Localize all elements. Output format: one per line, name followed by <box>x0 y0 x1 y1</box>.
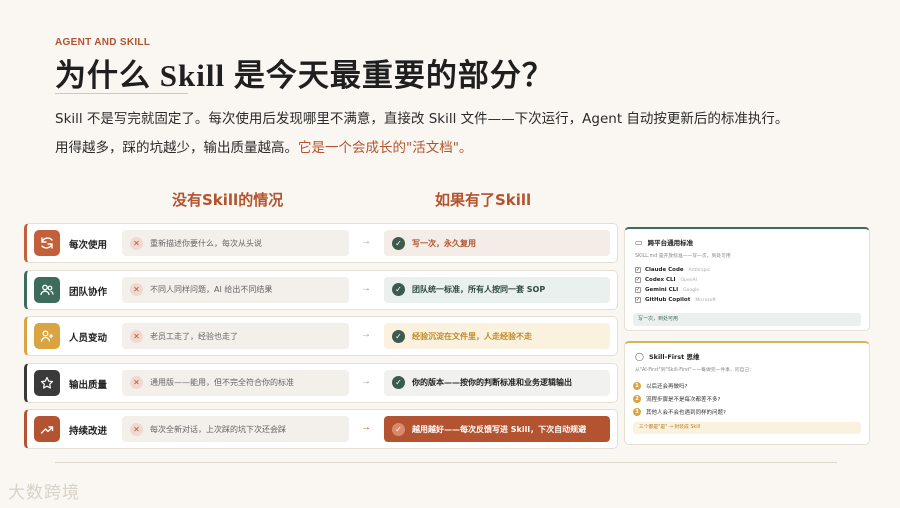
without-skill-cell: ✕ 不同人同样问题，AI 给出不同结果 <box>122 276 349 303</box>
comparison-row: 持续改进 ✕ 每次全新对话，上次踩的坑下次还会踩 → ✓ 越用越好——每次反馈写… <box>24 409 618 449</box>
tool-vendor: Microsoft <box>695 297 716 303</box>
check-icon: ✓ <box>392 422 405 436</box>
trend-up-icon <box>34 416 60 442</box>
slide-title: 为什么 Skill 是今天最重要的部分？ <box>55 58 554 93</box>
question-text: 流程步骤是不是每次都差不多? <box>646 396 721 403</box>
check-icon: ✓ <box>392 329 405 343</box>
checkbox-icon: ✓ <box>635 287 641 293</box>
without-skill-text: 通用版——能用，但不完全符合你的标准 <box>150 378 294 387</box>
card-subtitle: SKILL.md 是开放标准——写一次，到处可用 <box>635 254 731 259</box>
with-skill-cell: ✓ 经验沉淀在文件里，人走经验不走 <box>384 323 610 349</box>
without-skill-text: 不同人同样问题，AI 给出不同结果 <box>150 285 273 294</box>
footer-divider <box>55 462 837 463</box>
eyebrow-label: AGENT AND SKILL <box>55 37 151 48</box>
checkbox-icon: ✓ <box>635 277 641 283</box>
tool-vendor: Anthropic <box>688 267 711 273</box>
checkbox-icon: ✓ <box>635 297 641 303</box>
comparison-row: 输出质量 ✕ 通用版——能用，但不完全符合你的标准 → ✓ 你的版本——按你的判… <box>24 362 618 403</box>
x-icon: ✕ <box>130 236 143 250</box>
refresh-icon <box>34 230 60 256</box>
x-icon: ✕ <box>130 422 143 436</box>
tool-list: ✓ Claude Code Anthropic ✓ Codex CLI OpenA… <box>635 265 716 305</box>
arrow-right-icon: → <box>361 329 371 340</box>
without-skill-cell: ✕ 重新描述你要什么，每次从头说 <box>122 230 349 256</box>
with-skill-cell: ✓ 越用越好——每次反馈写进 Skill，下次自动规避 <box>384 416 610 442</box>
card-footer: 三个都是"是" → 封装成 Skill <box>633 422 861 434</box>
cross-platform-card: ▭ 跨平台通用标准 SKILL.md 是开放标准——写一次，到处可用 ✓ Cla… <box>624 227 870 331</box>
with-skill-heading: 如果有了Skill <box>435 191 532 209</box>
without-skill-text: 重新描述你要什么，每次从头说 <box>150 238 262 248</box>
check-icon: ✓ <box>392 236 405 250</box>
without-skill-cell: ✕ 每次全新对话，上次踩的坑下次还会踩 <box>122 416 349 442</box>
with-skill-cell: ✓ 你的版本——按你的判断标准和业务逻辑输出 <box>384 369 610 396</box>
tool-item: ✓ Codex CLI OpenAI <box>635 275 716 285</box>
with-skill-text: 越用越好——每次反馈写进 Skill，下次自动规避 <box>412 424 587 434</box>
question-number: 2 <box>633 394 641 403</box>
question-item: 1 以后还会再做吗? <box>633 379 726 392</box>
without-skill-heading: 没有Skill的情况 <box>172 191 284 209</box>
intro-text: 用得越多，踩的坑越少，输出质量越高。 <box>55 140 298 156</box>
with-skill-text: 你的版本——按你的判断标准和业务逻辑输出 <box>412 378 572 387</box>
question-number: 3 <box>633 407 641 416</box>
without-skill-text: 老员工走了，经验也走了 <box>150 331 238 341</box>
question-item: 2 流程步骤是不是每次都差不多? <box>633 392 726 405</box>
intro-paragraph: Skill 不是写完就固定了。每次使用后发现哪里不满意，直接改 Skill 文件… <box>55 111 789 127</box>
row-label: 持续改进 <box>69 426 108 437</box>
without-skill-text: 每次全新对话，上次踩的坑下次还会踩 <box>150 424 286 434</box>
question-text: 以后还会再做吗? <box>646 383 688 390</box>
divider <box>55 93 188 94</box>
row-label: 团队协作 <box>69 286 108 298</box>
star-icon <box>34 369 60 396</box>
with-skill-cell: ✓ 团队统一标准，所有人按同一套 SOP <box>384 276 610 303</box>
tool-name: Codex CLI <box>645 277 676 283</box>
question-text: 其他人会不会也遇到同样的问题? <box>646 409 726 416</box>
tool-name: Gemini CLI <box>645 287 679 293</box>
comparison-row: 人员变动 ✕ 老员工走了，经验也走了 → ✓ 经验沉淀在文件里，人走经验不走 <box>24 316 618 356</box>
tool-item: ✓ Gemini CLI Google <box>635 285 716 295</box>
with-skill-text: 经验沉淀在文件里，人走经验不走 <box>412 331 532 341</box>
without-skill-cell: ✕ 通用版——能用，但不完全符合你的标准 <box>122 369 349 396</box>
arrow-right-icon: → <box>361 236 371 247</box>
tool-name: GitHub Copilot <box>645 297 691 303</box>
with-skill-text: 写一次，永久复用 <box>412 238 476 248</box>
question-list: 1 以后还会再做吗? 2 流程步骤是不是每次都差不多? 3 其他人会不会也遇到同样的… <box>633 379 726 418</box>
arrow-right-icon: → <box>361 422 371 433</box>
skill-first-card: ◯ Skill-First 思维 从"AI-First"到"Skill-Firs… <box>624 341 870 445</box>
comparison-row: 团队协作 ✕ 不同人同样问题，AI 给出不同结果 → ✓ 团队统一标准，所有人按… <box>24 269 618 310</box>
arrow-right-icon: → <box>361 375 371 387</box>
intro-paragraph-2: 用得越多，踩的坑越少，输出质量越高。它是一个会成长的"活文档"。 <box>55 136 472 156</box>
card-footer: 写一次，到处可用 <box>633 313 861 326</box>
tool-vendor: Google <box>683 287 700 293</box>
card-subtitle: 从"AI-First"到"Skill-First"——每做完一件事，问自己： <box>635 368 754 373</box>
tool-item: ✓ Claude Code Anthropic <box>635 265 716 275</box>
tool-item: ✓ GitHub Copilot Microsoft <box>635 295 716 305</box>
tool-vendor: OpenAI <box>680 277 697 283</box>
check-icon: ✓ <box>392 376 405 389</box>
with-skill-text: 团队统一标准，所有人按同一套 SOP <box>412 285 546 294</box>
x-icon: ✕ <box>130 283 143 296</box>
monitor-icon: ▭ <box>635 237 643 247</box>
x-icon: ✕ <box>130 329 143 343</box>
row-label: 输出质量 <box>69 379 108 391</box>
users-icon <box>34 276 60 303</box>
x-icon: ✕ <box>130 376 143 389</box>
without-skill-cell: ✕ 老员工走了，经验也走了 <box>122 323 349 349</box>
lightbulb-icon: ◯ <box>635 351 644 361</box>
question-number: 1 <box>633 381 641 390</box>
row-label: 人员变动 <box>69 333 108 344</box>
row-label: 每次使用 <box>69 240 108 251</box>
intro-highlight: 它是一个会成长的"活文档"。 <box>298 140 473 156</box>
check-icon: ✓ <box>392 283 405 296</box>
watermark-logo: 大数跨境 <box>8 483 80 503</box>
comparison-row: 每次使用 ✕ 重新描述你要什么，每次从头说 → ✓ 写一次，永久复用 <box>24 223 618 263</box>
with-skill-cell: ✓ 写一次，永久复用 <box>384 230 610 256</box>
card-title: 跨平台通用标准 <box>647 239 694 247</box>
tool-name: Claude Code <box>645 267 684 273</box>
card-title: Skill-First 思维 <box>648 353 700 361</box>
comparison-table: 每次使用 ✕ 重新描述你要什么，每次从头说 → ✓ 写一次，永久复用 团队协作 … <box>24 223 618 456</box>
checkbox-icon: ✓ <box>635 267 641 273</box>
arrow-right-icon: → <box>361 282 371 294</box>
user-plus-icon <box>34 323 60 349</box>
question-item: 3 其他人会不会也遇到同样的问题? <box>633 405 726 418</box>
